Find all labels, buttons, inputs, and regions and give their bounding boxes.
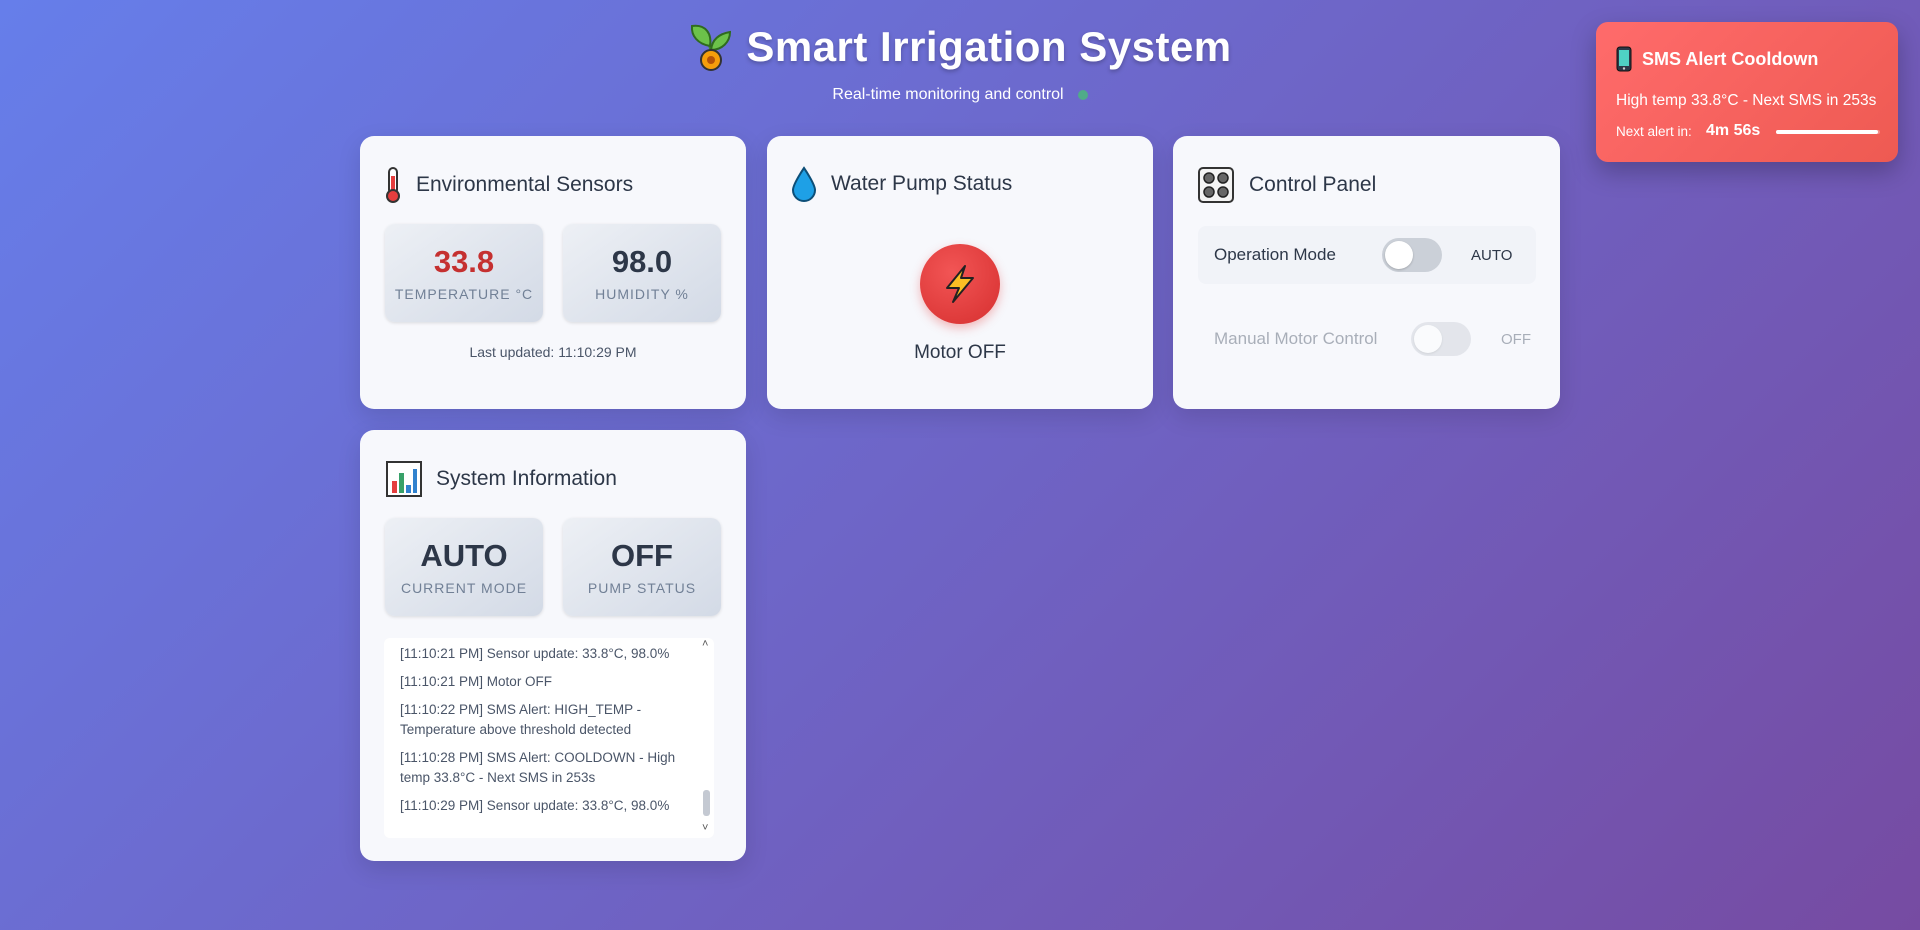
bar-chart-icon [386, 461, 422, 497]
manual-motor-toggle[interactable] [1411, 322, 1471, 356]
page-title: Smart Irrigation System [746, 23, 1232, 70]
card-title: Control Panel [1249, 173, 1377, 196]
next-alert-label: Next alert in: [1616, 124, 1692, 139]
log-entry: [11:10:21 PM] Motor OFF [400, 674, 553, 689]
water-pump-card: Water Pump Status Motor OFF [767, 136, 1153, 409]
control-panel-card: Control Panel Operation Mode AUTO Manual… [1173, 136, 1560, 409]
manual-motor-label: Manual Motor Control [1214, 329, 1378, 348]
log-entry: [11:10:21 PM] Sensor update: 33.8°C, 98.… [400, 646, 670, 661]
log-entry: [11:10:28 PM] SMS Alert: COOLDOWN - High… [400, 750, 676, 785]
card-title: Environmental Sensors [416, 173, 634, 196]
log-entry: [11:10:22 PM] SMS Alert: HIGH_TEMP - Tem… [400, 702, 642, 737]
page-subtitle: Real-time monitoring and control [832, 86, 1064, 103]
operation-mode-toggle[interactable] [1382, 238, 1442, 272]
manual-motor-value: OFF [1501, 331, 1531, 348]
temperature-tile: 33.8 Temperature °C [385, 224, 543, 322]
cooldown-progress-fill [1776, 130, 1878, 134]
card-title: Water Pump Status [831, 172, 1013, 195]
humidity-label: Humidity % [595, 286, 689, 302]
lightning-bolt-icon [946, 265, 974, 303]
current-mode-label: Current Mode [400, 580, 528, 596]
sms-alert-toast: SMS Alert Cooldown High temp 33.8°C - Ne… [1596, 22, 1898, 162]
cooldown-progress-bar [1776, 130, 1880, 134]
pump-status-tile: OFF Pump Status [563, 518, 721, 616]
last-updated-text: Last updated: 11:10:29 PM [469, 344, 637, 360]
manual-motor-row: Manual Motor Control OFF [1198, 310, 1536, 368]
scrollbar-thumb[interactable] [703, 790, 710, 816]
water-drop-icon [791, 166, 817, 202]
current-mode-value: AUTO [420, 538, 508, 573]
log-scrollbar[interactable]: ˄ ˅ [700, 638, 714, 838]
system-information-card: System Information AUTO Current Mode OFF… [360, 430, 746, 861]
operation-mode-label: Operation Mode [1214, 245, 1336, 264]
thermometer-icon [386, 167, 400, 203]
operation-mode-row: Operation Mode AUTO [1198, 226, 1536, 284]
environmental-sensors-card: Environmental Sensors 33.8 Temperature °… [360, 136, 746, 409]
connection-status-dot [1077, 90, 1088, 100]
temperature-label: Temperature °C [394, 286, 534, 302]
toggle-knob [1414, 325, 1442, 353]
pump-status-label: Pump Status [587, 580, 697, 596]
motor-status-text: Motor OFF [914, 342, 1006, 363]
scroll-up-icon[interactable]: ˄ [702, 638, 708, 650]
mobile-phone-icon [1616, 46, 1632, 72]
activity-log[interactable]: [11:10:21 PM] Sensor update: 33.8°C, 98.… [384, 638, 714, 838]
seedling-icon [691, 24, 732, 71]
temperature-value: 33.8 [433, 244, 495, 279]
sms-alert-title: SMS Alert Cooldown [1642, 48, 1819, 69]
log-entry: [11:10:29 PM] Sensor update: 33.8°C, 98.… [400, 798, 670, 813]
sms-alert-message: High temp 33.8°C - Next SMS in 253s [1616, 92, 1877, 109]
current-mode-tile: AUTO Current Mode [385, 518, 543, 616]
humidity-tile: 98.0 Humidity % [563, 224, 721, 322]
next-alert-countdown: 4m 56s [1706, 122, 1761, 139]
operation-mode-value: AUTO [1471, 247, 1513, 264]
card-title: System Information [436, 467, 617, 490]
humidity-value: 98.0 [611, 244, 673, 279]
scroll-down-icon[interactable]: ˅ [702, 822, 708, 834]
control-knobs-icon [1198, 167, 1234, 203]
pump-status-value: OFF [611, 538, 673, 573]
pump-status-indicator [920, 244, 1000, 324]
toggle-knob [1385, 241, 1413, 269]
